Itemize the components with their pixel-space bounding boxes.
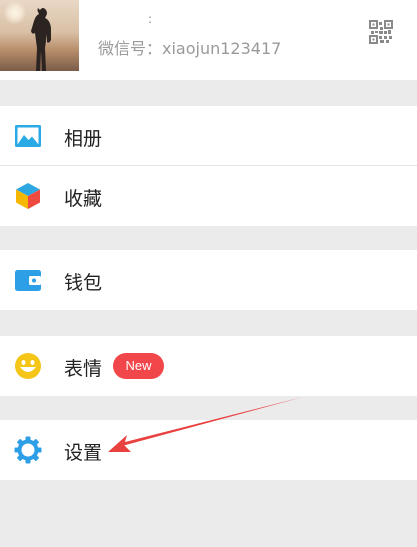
person-silhouette: [31, 8, 51, 71]
profile-name: :: [148, 12, 153, 26]
menu-item-album-label: 相册: [64, 128, 103, 150]
menu-item-favorites[interactable]: 收藏: [0, 166, 417, 226]
menu-item-favorites-label: 收藏: [64, 188, 103, 210]
gear-icon: [14, 436, 42, 464]
smiley-icon: [15, 353, 41, 379]
section-settings: 设置: [0, 420, 417, 480]
menu-item-settings-label: 设置: [64, 442, 103, 464]
menu-item-wallet[interactable]: 钱包: [0, 250, 417, 310]
menu-item-wallet-label: 钱包: [64, 272, 103, 294]
section-stickers: 表情 New: [0, 336, 417, 396]
wallet-icon: [15, 270, 41, 291]
section-album-favorites: 相册 收藏: [0, 106, 417, 226]
qr-code-icon[interactable]: [369, 20, 393, 44]
menu-item-stickers-label: 表情: [64, 358, 103, 380]
new-badge: New: [113, 353, 164, 379]
photo-album-icon: [15, 125, 41, 147]
menu-item-settings[interactable]: 设置: [0, 420, 417, 480]
cube-favorites-icon: [16, 183, 40, 209]
menu-item-stickers[interactable]: 表情 New: [0, 336, 417, 396]
profile-header[interactable]: : 微信号：xiaojun123417: [0, 0, 417, 80]
section-wallet: 钱包: [0, 250, 417, 310]
wechat-id: 微信号：xiaojun123417: [98, 39, 282, 58]
avatar[interactable]: [0, 0, 79, 71]
menu-item-album[interactable]: 相册: [0, 106, 417, 166]
